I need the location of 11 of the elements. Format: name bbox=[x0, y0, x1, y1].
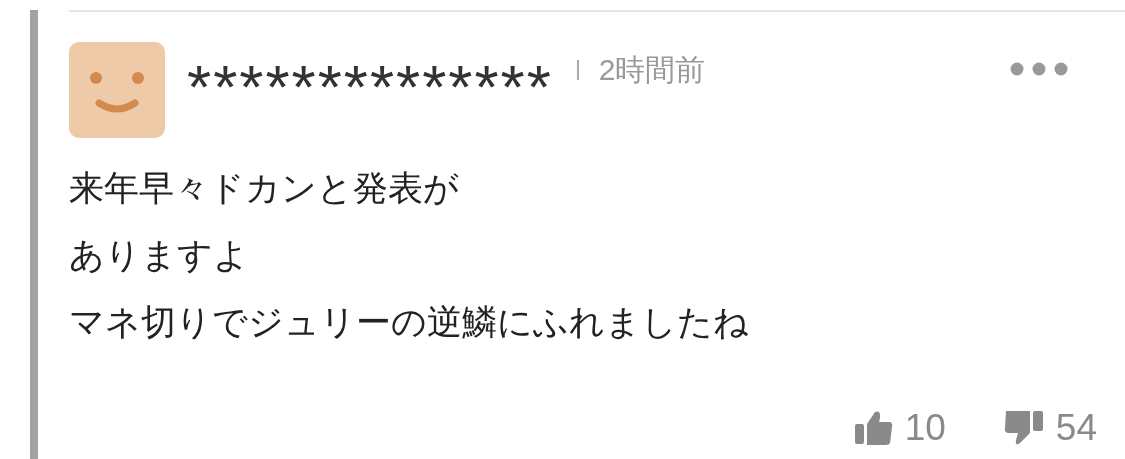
thumbs-up-icon[interactable] bbox=[854, 410, 893, 446]
like-count: 10 bbox=[904, 407, 946, 449]
comment-line: 来年早々ドカンと発表が bbox=[69, 167, 459, 209]
dislike-count: 54 bbox=[1055, 407, 1097, 449]
post-time: 2時間前 bbox=[598, 52, 706, 88]
more-options-icon[interactable] bbox=[1010, 62, 1068, 76]
thumbs-down-icon[interactable] bbox=[1003, 409, 1044, 447]
user-name: ************** bbox=[187, 56, 553, 118]
avatar-icon bbox=[69, 42, 165, 138]
comment-line: ありますよ bbox=[69, 234, 249, 276]
comment-line: マネ切りでジュリーの逆鱗にふれましたね bbox=[69, 301, 749, 343]
